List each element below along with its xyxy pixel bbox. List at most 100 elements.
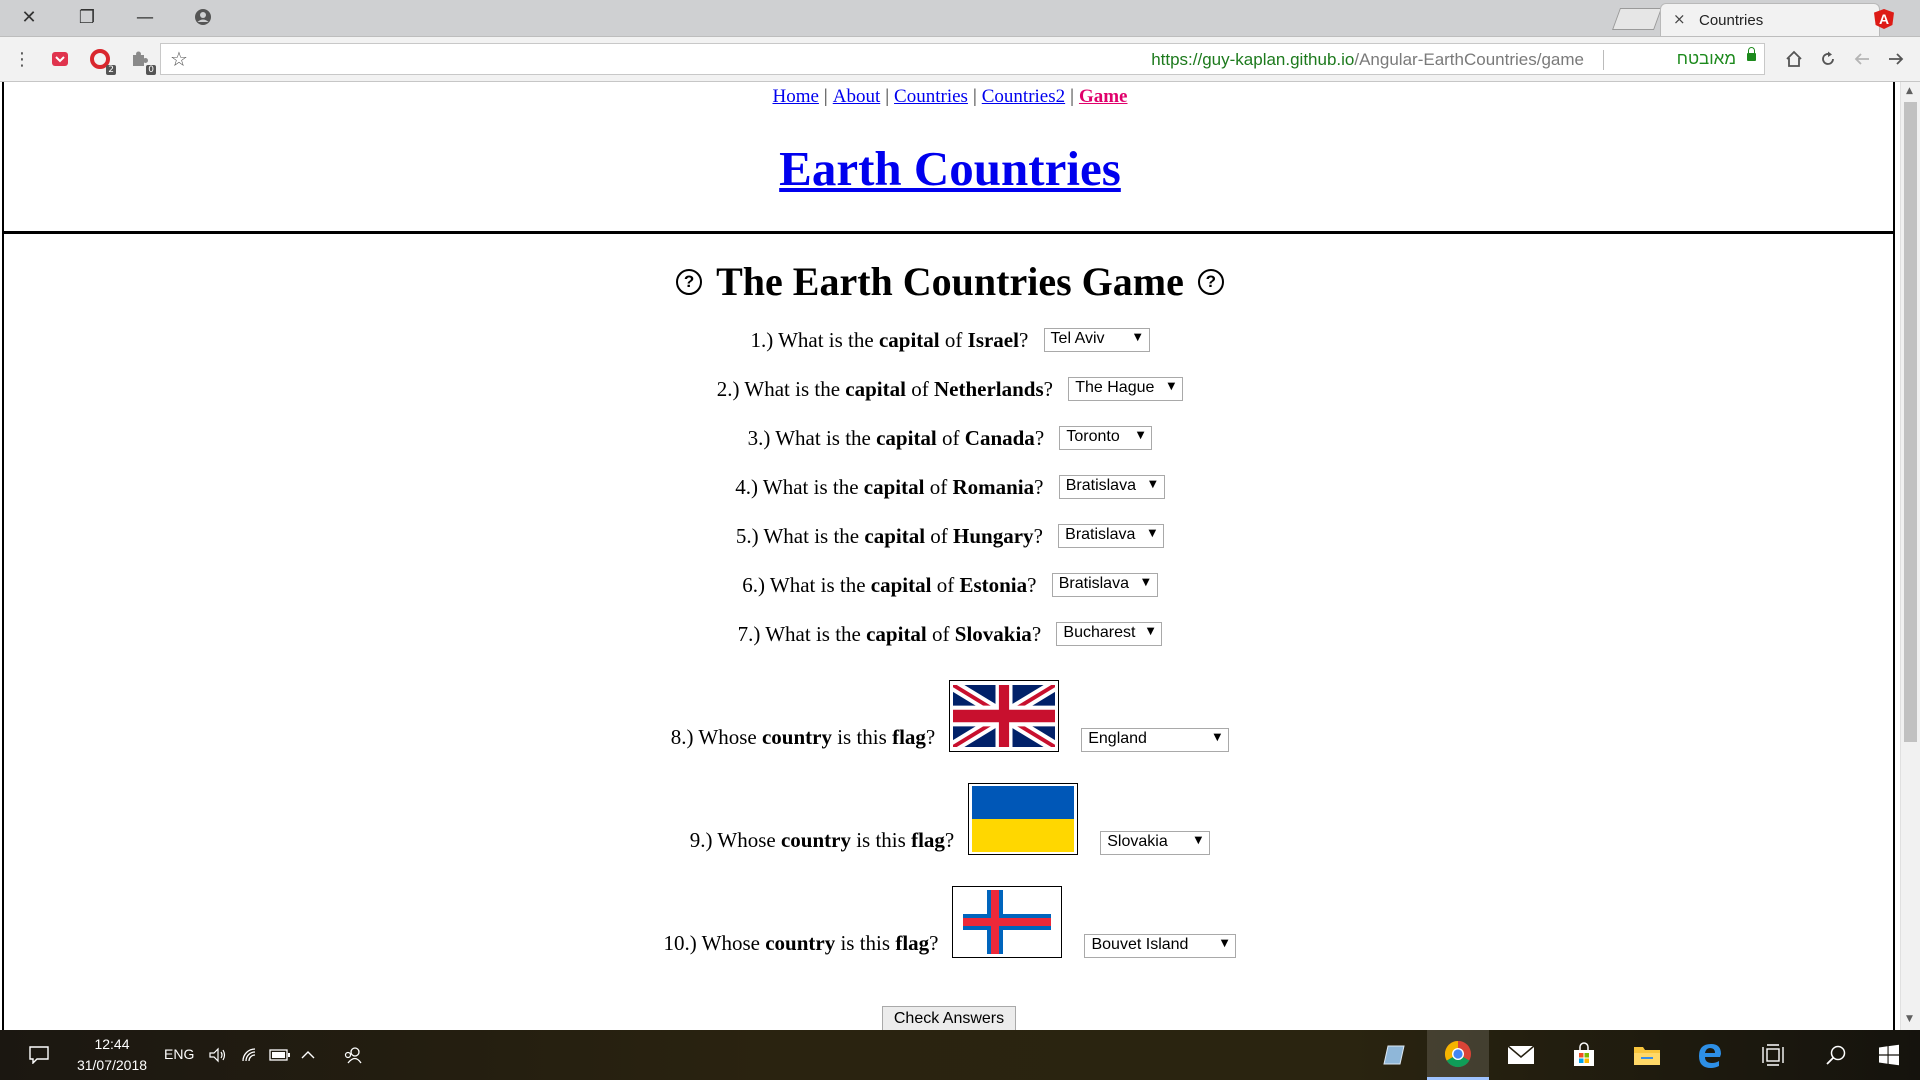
nav-link-home[interactable]: Home <box>772 86 818 107</box>
windows-logo-icon <box>1879 1044 1899 1066</box>
nav-separator: | <box>823 86 828 107</box>
answer-select[interactable]: Tel Aviv ▼ <box>1043 328 1150 353</box>
question-text: is this <box>856 828 906 852</box>
clock-date: 31/07/2018 <box>76 1057 148 1073</box>
store-icon <box>1574 1042 1594 1066</box>
answer-select[interactable]: Bouvet Island ▼ <box>1084 934 1237 958</box>
question-mark: ? <box>1031 622 1042 646</box>
back-button[interactable] <box>1848 45 1876 73</box>
question-number: 3.) <box>747 426 771 450</box>
browser-tab[interactable]: × Countries <box>1660 3 1880 36</box>
scrollbar-thumb[interactable] <box>1904 102 1917 742</box>
lock-icon <box>1747 47 1756 61</box>
scroll-down-icon[interactable]: ▼ <box>1906 1014 1913 1024</box>
taskbar-app-edge[interactable] <box>1679 1030 1741 1080</box>
taskbar-task-view[interactable] <box>1742 1030 1804 1080</box>
address-bar[interactable]: ☆ https://guy-kaplan.github.io/Angular-E… <box>160 43 1765 75</box>
question-text: Whose <box>698 725 757 749</box>
nav-separator: | <box>972 86 977 107</box>
question-number: 4.) <box>735 475 759 499</box>
question-text: of <box>932 622 950 646</box>
taskbar-app-chrome[interactable] <box>1427 1030 1489 1080</box>
nav-link-about[interactable]: About <box>833 86 881 107</box>
question-keyword: flag <box>911 828 945 852</box>
window-close-button[interactable]: ✕ <box>0 0 58 34</box>
pocket-icon <box>52 52 68 66</box>
forward-button[interactable] <box>1882 45 1910 73</box>
battery-button[interactable] <box>268 1030 292 1080</box>
people-button[interactable] <box>340 1030 366 1080</box>
game-title: ? The Earth Countries Game? <box>0 258 1900 305</box>
question-mark: ? <box>1034 475 1044 499</box>
flag-image <box>952 886 1063 958</box>
ukraine-flag-icon <box>972 786 1075 852</box>
taskbar-app-store[interactable] <box>1553 1030 1615 1080</box>
question-text: of <box>929 475 948 499</box>
answer-select[interactable]: Bratislava ▼ <box>1058 475 1165 500</box>
network-button[interactable] <box>238 1030 262 1080</box>
scroll-up-icon[interactable]: ▲ <box>1906 86 1913 96</box>
answer-select[interactable]: England ▼ <box>1081 728 1230 752</box>
reload-button[interactable] <box>1814 45 1842 73</box>
start-button[interactable] <box>1858 1030 1920 1080</box>
taskbar-app-notepad[interactable] <box>1364 1030 1426 1080</box>
taskbar-app-file-explorer[interactable] <box>1616 1030 1678 1080</box>
search-icon <box>1826 1045 1846 1065</box>
answer-select[interactable]: Bratislava ▼ <box>1058 524 1165 549</box>
check-answers-button[interactable]: Check Answers <box>882 1006 1016 1030</box>
extension-pocket-button[interactable] <box>46 45 74 73</box>
extension-puzzle-button[interactable]: 0 <box>126 45 156 75</box>
notification-icon <box>29 1046 49 1064</box>
site-title: Earth Countries <box>0 140 1900 197</box>
extension-opera-button[interactable]: 2 <box>86 45 116 75</box>
question-number: 8.) <box>670 725 694 749</box>
arrow-left-icon <box>1854 53 1869 65</box>
question-keyword: capital <box>866 622 927 646</box>
show-hidden-icons-button[interactable] <box>298 1030 318 1080</box>
menu-kebab-button[interactable]: ⋮ <box>8 45 36 73</box>
selected-value: Slovakia <box>1107 833 1168 850</box>
header-divider <box>2 231 1895 234</box>
action-center-button[interactable] <box>24 1030 54 1080</box>
home-button[interactable] <box>1780 45 1808 73</box>
nav-link-game[interactable]: Game <box>1079 86 1128 107</box>
arrow-right-icon <box>1889 53 1904 65</box>
answer-select[interactable]: The Hague ▼ <box>1068 377 1184 402</box>
question-number: 7.) <box>737 622 761 646</box>
question-country: Estonia <box>959 573 1028 597</box>
dropdown-arrow-icon: ▼ <box>1149 479 1157 491</box>
nav-link-countries2[interactable]: Countries2 <box>982 86 1065 107</box>
question-country: Slovakia <box>954 622 1032 646</box>
folder-icon <box>1634 1047 1660 1065</box>
speaker-icon <box>209 1047 226 1063</box>
selected-value: Bouvet Island <box>1091 936 1189 953</box>
bookmark-star-button[interactable]: ☆ <box>165 45 193 73</box>
window-minimize-button[interactable]: — <box>116 0 174 34</box>
flag-image <box>968 783 1079 855</box>
question-circle-icon: ? <box>1197 268 1224 295</box>
question-number: 1.) <box>750 328 774 352</box>
input-language[interactable]: ENG <box>164 1046 194 1062</box>
question-keyword: capital <box>863 475 925 499</box>
profile-button[interactable] <box>174 0 232 34</box>
tab-close-icon[interactable]: × <box>1673 10 1686 28</box>
secure-label[interactable]: מאובטח <box>1677 49 1736 69</box>
dropdown-arrow-icon: ▼ <box>1194 835 1203 846</box>
question-mark: ? <box>925 725 936 749</box>
question-text: What is the <box>775 426 871 450</box>
window-restore-button[interactable]: ❐ <box>58 0 116 34</box>
site-title-link[interactable]: Earth Countries <box>779 141 1121 196</box>
answer-select[interactable]: Bucharest ▼ <box>1056 622 1163 647</box>
system-clock[interactable]: 12:44 31/07/2018 <box>72 1034 152 1076</box>
volume-button[interactable] <box>206 1030 230 1080</box>
url-text[interactable]: https://guy-kaplan.github.io/Angular-Ear… <box>1151 50 1584 70</box>
question-number: 9.) <box>689 828 713 852</box>
nav-link-countries[interactable]: Countries <box>894 86 968 107</box>
answer-select[interactable]: Slovakia ▼ <box>1100 831 1211 855</box>
vertical-scrollbar[interactable]: ▲ ▼ <box>1900 82 1920 1030</box>
taskbar-app-mail[interactable] <box>1490 1030 1552 1080</box>
answer-select[interactable]: Bratislava ▼ <box>1051 573 1158 598</box>
question-number: 5.) <box>735 524 759 548</box>
new-tab-button[interactable] <box>1611 8 1663 30</box>
answer-select[interactable]: Toronto ▼ <box>1059 426 1153 451</box>
